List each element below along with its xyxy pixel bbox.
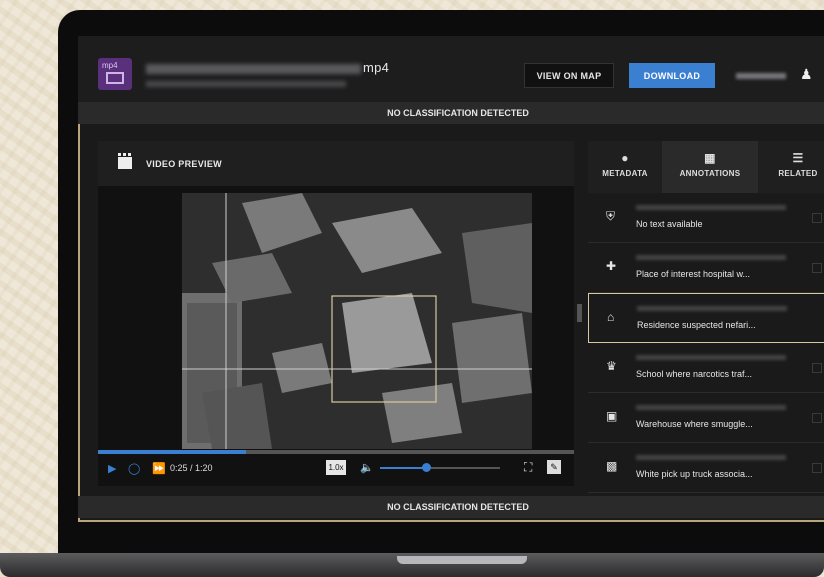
laptop-notch <box>397 556 527 564</box>
annotation-meta-redacted <box>636 455 786 460</box>
tab-related-label: RELATED <box>778 169 818 178</box>
step-forward-icon[interactable]: ◯ <box>128 462 140 475</box>
side-tabs: ● METADATA ▦ ANNOTATIONS ☰ RELATED <box>588 141 824 193</box>
video-panel: VIDEO PREVIEW ▶ ◯ ⏩ 0:25 / 1:20 1.0x 🔈 ⛶… <box>98 141 574 486</box>
volume-icon[interactable]: 🔈 <box>360 461 374 474</box>
list-icon: ☰ <box>792 151 804 165</box>
annotation-meta-redacted <box>636 205 786 210</box>
annotation-item[interactable]: ♛ School where narcotics traf... <box>588 343 824 393</box>
annotation-meta-redacted <box>636 255 786 260</box>
classification-banner-bottom: NO CLASSIFICATION DETECTED <box>78 496 824 518</box>
annotation-checkbox[interactable] <box>812 413 822 423</box>
annotate-icon[interactable]: ✎ <box>547 460 561 474</box>
tab-related[interactable]: ☰ RELATED <box>758 141 824 193</box>
warehouse-icon: ▣ <box>606 409 618 423</box>
annotation-checkbox[interactable] <box>812 263 822 273</box>
shield-icon: ⛨ <box>606 209 616 223</box>
annotation-meta-redacted <box>636 405 786 410</box>
truck-icon: ▩ <box>606 459 618 473</box>
app-screen: mp4 mp4 VIEW ON MAP DOWNLOAD ♟ NO CLASSI… <box>78 36 824 522</box>
user-name-redacted[interactable] <box>736 73 786 79</box>
annotation-checkbox[interactable] <box>812 363 822 373</box>
video-preview-title: VIDEO PREVIEW <box>146 159 222 169</box>
annotation-item[interactable]: ▩ White pick up truck associa... <box>588 443 824 493</box>
video-frame-icon <box>106 72 124 84</box>
file-type-icon: mp4 <box>98 58 132 90</box>
annotation-item[interactable]: ⛨ No text available <box>588 193 824 243</box>
annotations-list: ⛨ No text available ✚ Place of interest … <box>588 193 824 493</box>
annotation-text: Place of interest hospital w... <box>636 269 751 279</box>
time-display: 0:25 / 1:20 <box>170 463 213 473</box>
annotation-text: Warehouse where smuggle... <box>636 419 753 429</box>
volume-fill <box>380 467 426 469</box>
view-on-map-button[interactable]: VIEW ON MAP <box>524 63 614 88</box>
annotation-text: No text available <box>636 219 703 229</box>
tab-annotations-label: ANNOTATIONS <box>679 169 741 178</box>
play-icon[interactable]: ▶ <box>108 462 116 475</box>
video-controls: ▶ ◯ ⏩ 0:25 / 1:20 1.0x 🔈 ⛶ ✎ <box>98 454 574 486</box>
file-type-label: mp4 <box>102 61 118 70</box>
annotation-text: White pick up truck associa... <box>636 469 753 479</box>
annotation-text: Residence suspected nefari... <box>637 320 756 330</box>
playback-speed-button[interactable]: 1.0x <box>326 460 346 475</box>
frame-bottom <box>78 520 824 522</box>
fast-forward-icon[interactable]: ⏩ <box>152 462 166 475</box>
tab-annotations[interactable]: ▦ ANNOTATIONS <box>662 141 758 193</box>
app-header: mp4 mp4 VIEW ON MAP DOWNLOAD ♟ <box>78 36 824 102</box>
annotation-text: School where narcotics traf... <box>636 369 753 379</box>
hospital-icon: ✚ <box>606 259 617 273</box>
clapperboard-icon <box>118 153 132 169</box>
annotation-item[interactable]: ✚ Place of interest hospital w... <box>588 243 824 293</box>
volume-knob[interactable] <box>421 463 431 472</box>
video-panel-header: VIDEO PREVIEW <box>98 141 574 186</box>
info-icon: ● <box>621 151 629 165</box>
annotation-icon: ▦ <box>704 151 716 165</box>
file-path-redacted <box>146 81 346 87</box>
annotation-checkbox[interactable] <box>812 213 822 223</box>
annotation-meta-redacted <box>637 306 787 311</box>
fullscreen-icon[interactable]: ⛶ <box>524 460 532 475</box>
classification-banner-top: NO CLASSIFICATION DETECTED <box>78 102 824 124</box>
home-icon: ⌂ <box>607 310 615 324</box>
download-button[interactable]: DOWNLOAD <box>629 63 715 88</box>
tab-metadata[interactable]: ● METADATA <box>588 141 662 193</box>
annotation-checkbox[interactable] <box>812 463 822 473</box>
annotation-item-selected[interactable]: ⌂ Residence suspected nefari... <box>588 293 824 343</box>
aerial-footage <box>182 193 532 449</box>
tab-metadata-label: METADATA <box>602 169 648 178</box>
school-icon: ♛ <box>606 359 617 373</box>
annotation-item[interactable]: ▣ Warehouse where smuggle... <box>588 393 824 443</box>
file-name: mp4 <box>146 60 389 75</box>
file-name-redacted <box>146 63 361 74</box>
user-icon[interactable]: ♟ <box>800 66 813 83</box>
file-extension: mp4 <box>363 60 390 75</box>
annotation-meta-redacted <box>636 355 786 360</box>
video-player[interactable] <box>182 193 532 449</box>
panel-resize-handle[interactable] <box>577 304 582 322</box>
